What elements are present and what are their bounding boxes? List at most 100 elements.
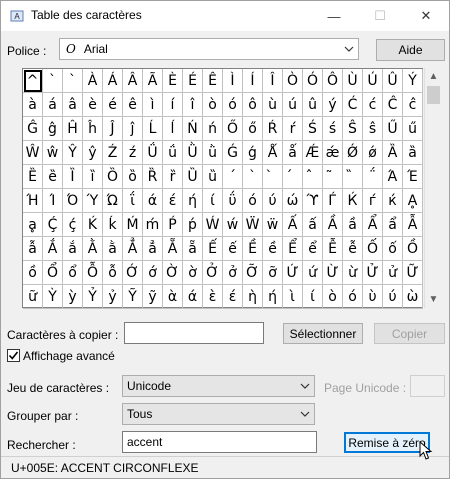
character-cell[interactable]: Ê [203,69,223,93]
character-cell[interactable]: ȍ [123,165,143,189]
character-cell[interactable]: ử [383,261,403,285]
character-cell[interactable]: ĉ [403,93,423,117]
character-cell[interactable]: Ώ [103,189,123,213]
character-cell[interactable]: ḉ [63,213,83,237]
character-cell[interactable]: é [103,93,123,117]
character-cell[interactable]: Ẅ [243,213,263,237]
character-cell[interactable]: ὼ [403,285,423,309]
character-cell[interactable]: ẅ [263,213,283,237]
character-cell[interactable]: Ẳ [123,237,143,261]
character-cell[interactable]: Έ [403,165,423,189]
character-cell[interactable]: ỡ [263,261,283,285]
character-cell[interactable]: ổ [63,261,83,285]
search-input[interactable]: accent [122,431,317,453]
character-cell[interactable]: ŷ [83,141,103,165]
character-cell[interactable]: ί [203,189,223,213]
copy-button[interactable]: Copier [374,323,445,344]
character-cell[interactable]: ấ [303,213,323,237]
character-cell[interactable]: ồ [23,261,43,285]
character-cell[interactable]: ΐ [123,189,143,213]
character-cell[interactable]: Ḉ [43,213,63,237]
character-cell[interactable]: ` [63,69,83,93]
character-cell[interactable]: ể [303,237,323,261]
character-cell[interactable]: Ś [303,117,323,141]
character-cell[interactable]: ḁ [23,213,43,237]
character-cell[interactable]: ὲ [203,285,223,309]
character-cell[interactable]: á [43,93,63,117]
character-cell[interactable]: Ű [383,117,403,141]
character-cell[interactable]: Ȉ [63,165,83,189]
character-cell[interactable]: Ŕ [263,117,283,141]
character-cell[interactable]: Ḁ [403,189,423,213]
scrollbar-thumb[interactable] [427,86,440,104]
title-bar[interactable]: A Table des caractères — ☐ ✕ [1,1,449,31]
character-cell[interactable]: ǘ [163,141,183,165]
character-cell[interactable]: Î [263,69,283,93]
character-cell[interactable]: ỹ [143,285,163,309]
character-cell[interactable]: Á [103,69,123,93]
character-cell[interactable]: Ќ [343,189,363,213]
character-cell[interactable]: Ί [43,189,63,213]
character-cell[interactable]: ή [183,189,203,213]
character-cell[interactable]: ˋ [243,165,263,189]
character-cell[interactable]: Ȁ [383,141,403,165]
character-cell[interactable]: Ǵ [223,141,243,165]
character-cell[interactable]: ẫ [23,237,43,261]
character-cell[interactable]: Ȕ [183,165,203,189]
character-cell[interactable]: ά [143,189,163,213]
character-cell[interactable]: Ỳ [43,285,63,309]
character-cell[interactable]: í [163,93,183,117]
character-cell[interactable]: Ỷ [83,285,103,309]
character-cell[interactable]: ŵ [43,141,63,165]
character-cell[interactable]: ̂ [303,165,323,189]
reset-button[interactable]: Remise à zéro [344,432,430,453]
character-cell[interactable]: Ò [283,69,303,93]
font-select[interactable]: O Arial [59,38,359,60]
character-cell[interactable]: ế [223,237,243,261]
character-cell[interactable]: ĺ [163,117,183,141]
character-cell[interactable]: Ú [363,69,383,93]
character-cell[interactable]: ό [243,189,263,213]
character-cell[interactable]: ΅ [363,165,383,189]
character-cell[interactable]: ǿ [363,141,383,165]
character-cell[interactable]: Ù [343,69,363,93]
character-cell[interactable]: ύ [383,285,403,309]
character-cell[interactable]: Ầ [323,213,343,237]
character-cell[interactable]: ő [243,117,263,141]
character-cell[interactable]: ô [243,93,263,117]
character-cell[interactable]: ^ [23,69,43,93]
character-cell[interactable]: ̀ [263,165,283,189]
character-cell[interactable]: À [83,69,103,93]
character-cell[interactable]: ώ [283,189,303,213]
character-cell[interactable]: ź [123,141,143,165]
character-cell[interactable]: Ẵ [163,237,183,261]
character-cell[interactable]: ć [363,93,383,117]
maximize-button[interactable]: ☐ [357,1,403,31]
character-cell[interactable]: ̃ [323,165,343,189]
character-cell[interactable]: ỳ [63,285,83,309]
character-cell[interactable]: Ớ [123,261,143,285]
character-cell[interactable]: ờ [183,261,203,285]
character-cell[interactable]: ό [343,285,363,309]
character-cell[interactable]: à [23,93,43,117]
character-cell[interactable]: Ĥ [63,117,83,141]
copy-input[interactable] [124,322,264,344]
character-cell[interactable]: ḱ [103,213,123,237]
character-cell[interactable]: Ń [183,117,203,141]
character-cell[interactable]: ̏ [343,165,363,189]
character-cell[interactable]: Ή [23,189,43,213]
character-cell[interactable]: Ỹ [123,285,143,309]
character-cell[interactable]: ữ [23,285,43,309]
character-cell[interactable]: ȑ [163,165,183,189]
character-cell[interactable]: ˊ [223,165,243,189]
character-cell[interactable]: Ḿ [123,213,143,237]
character-cell[interactable]: ḿ [143,213,163,237]
character-cell[interactable]: Ǽ [303,141,323,165]
character-cell[interactable]: Ố [363,237,383,261]
character-cell[interactable]: Ấ [283,213,303,237]
character-cell[interactable]: Ẃ [203,213,223,237]
character-cell[interactable]: ǽ [323,141,343,165]
charset-select[interactable]: Unicode [122,375,315,397]
character-cell[interactable]: έ [223,285,243,309]
character-cell[interactable]: ű [403,117,423,141]
